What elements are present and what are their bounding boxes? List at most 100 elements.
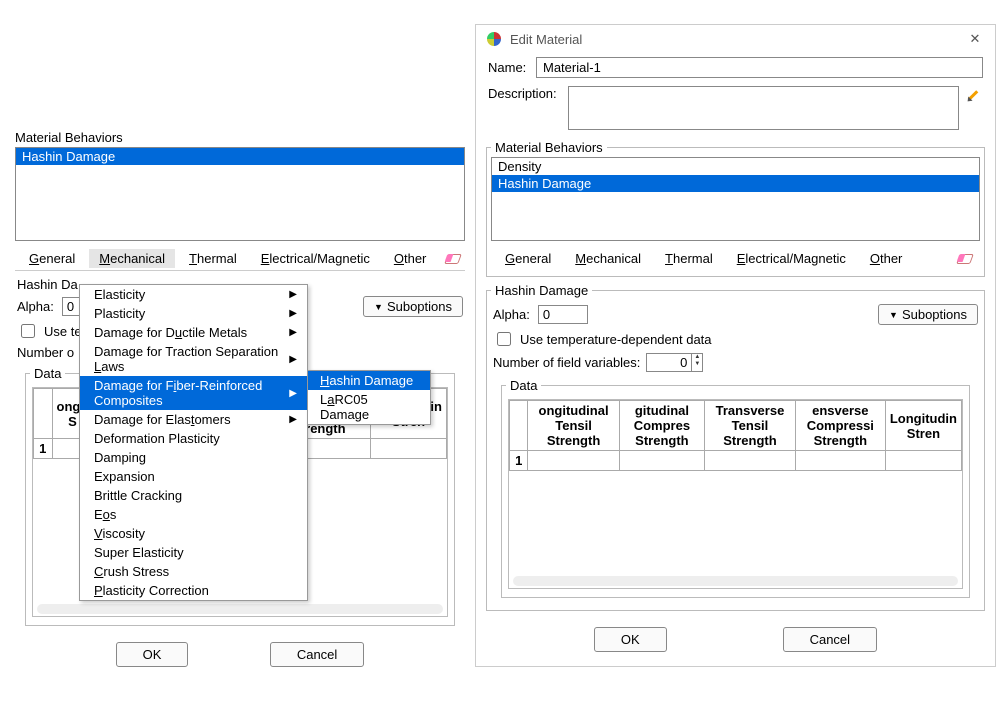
cancel-button[interactable]: Cancel	[270, 642, 364, 667]
alpha-label: Alpha:	[17, 299, 54, 314]
edit-description-icon[interactable]	[965, 86, 983, 104]
menu-other[interactable]: Other	[384, 249, 437, 268]
behavior-item-density[interactable]: Density	[492, 158, 979, 175]
chevron-down-icon: ▼	[889, 310, 898, 320]
use-temperature-checkbox[interactable]	[21, 324, 35, 338]
ok-button[interactable]: OK	[116, 642, 189, 667]
behaviors-listbox[interactable]: Density Hashin Damage	[491, 157, 980, 241]
menu-thermal[interactable]: Thermal	[655, 249, 723, 268]
data-table-container[interactable]: ongitudinal TensilStrength gitudinal Com…	[508, 399, 963, 589]
menu-thermal[interactable]: Thermal	[179, 249, 247, 268]
data-legend: Data	[506, 378, 541, 393]
titlebar: Edit Material ✕	[476, 25, 995, 53]
menu-damage-elastomers[interactable]: Damage for Elastomers▶	[80, 410, 307, 429]
data-table[interactable]: ongitudinal TensilStrength gitudinal Com…	[509, 400, 962, 471]
chevron-right-icon: ▶	[289, 289, 297, 300]
submenu-hashin-damage[interactable]: Hashin Damage	[308, 371, 430, 390]
menu-electrical[interactable]: Electrical/Magnetic	[727, 249, 856, 268]
description-row: Description:	[476, 82, 995, 134]
table-row[interactable]: 1	[510, 451, 962, 471]
menu-elasticity[interactable]: Elasticity▶	[80, 285, 307, 304]
cell[interactable]	[705, 451, 796, 471]
scrollbar-horizontal[interactable]	[37, 604, 443, 614]
use-temperature-label: Use te	[44, 324, 84, 339]
num-field-vars-label: Number o	[17, 345, 87, 360]
name-row: Name:	[476, 53, 995, 82]
cell[interactable]	[619, 451, 705, 471]
menu-brittle-cracking[interactable]: Brittle Cracking	[80, 486, 307, 505]
chevron-right-icon: ▶	[289, 388, 297, 399]
menu-mechanical[interactable]: Mechanical	[565, 249, 651, 268]
dialog-buttons: OK Cancel	[15, 632, 465, 681]
chevron-right-icon: ▶	[289, 354, 297, 365]
num-field-vars-label: Number of field variables:	[493, 355, 640, 370]
dialog-buttons: OK Cancel	[476, 617, 995, 666]
cell[interactable]	[528, 451, 619, 471]
close-icon[interactable]: ✕	[965, 31, 985, 47]
menu-super-elasticity[interactable]: Super Elasticity	[80, 543, 307, 562]
material-menubar: General Mechanical Thermal Electrical/Ma…	[491, 247, 980, 270]
menu-damping[interactable]: Damping	[80, 448, 307, 467]
hashin-damage-heading: Hashin Damage	[491, 283, 592, 298]
chevron-down-icon: ▼	[374, 302, 383, 312]
menu-mechanical[interactable]: Mechanical	[89, 249, 175, 268]
table-corner	[510, 401, 528, 451]
menu-damage-fiber[interactable]: Damage for Fiber-Reinforced Composites▶	[80, 376, 307, 410]
menu-expansion[interactable]: Expansion	[80, 467, 307, 486]
menu-general[interactable]: General	[19, 249, 85, 268]
chevron-right-icon: ▶	[289, 327, 297, 338]
material-behaviors-label: Material Behaviors	[491, 140, 607, 155]
spinner-up-icon[interactable]: ▲	[692, 354, 702, 361]
menu-viscosity[interactable]: Viscosity	[80, 524, 307, 543]
alpha-row: Alpha: ▼Suboptions	[493, 304, 978, 325]
material-menubar: General Mechanical Thermal Electrical/Ma…	[15, 247, 465, 271]
mechanical-dropdown[interactable]: Elasticity▶ Plasticity▶ Damage for Ducti…	[79, 284, 308, 601]
material-behaviors-group: Material Behaviors Hashin Damage	[15, 130, 465, 241]
col-trans-compressive[interactable]: ensverse CompressiStrength	[795, 401, 885, 451]
col-long-tensile[interactable]: ongitudinal TensilStrength	[528, 401, 619, 451]
cancel-button[interactable]: Cancel	[783, 627, 877, 652]
spinner-down-icon[interactable]: ▼	[692, 361, 702, 368]
suboptions-button[interactable]: ▼Suboptions	[878, 304, 978, 325]
material-behaviors-label: Material Behaviors	[15, 130, 465, 145]
delete-behavior-icon[interactable]	[444, 250, 461, 268]
col-trans-tensile[interactable]: Transverse TensilStrength	[705, 401, 796, 451]
menu-eos[interactable]: Eos	[80, 505, 307, 524]
row-header-1: 1	[34, 439, 53, 459]
num-field-vars-input[interactable]	[647, 354, 691, 371]
submenu-larc05-damage[interactable]: LaRC05 Damage	[308, 390, 430, 424]
name-input[interactable]	[536, 57, 983, 78]
col-long-shear[interactable]: LongitudinStren	[885, 401, 961, 451]
edit-material-dialog: Edit Material ✕ Name: Description: Mater…	[475, 24, 996, 667]
data-legend: Data	[30, 366, 65, 381]
description-input[interactable]	[568, 86, 959, 130]
menu-crush-stress[interactable]: Crush Stress	[80, 562, 307, 581]
chevron-right-icon: ▶	[289, 308, 297, 319]
cell[interactable]	[370, 439, 446, 459]
alpha-label: Alpha:	[493, 307, 530, 322]
cell[interactable]	[885, 451, 961, 471]
menu-other[interactable]: Other	[860, 249, 913, 268]
behavior-item-hashin[interactable]: Hashin Damage	[492, 175, 979, 192]
menu-deformation-plasticity[interactable]: Deformation Plasticity	[80, 429, 307, 448]
menu-general[interactable]: General	[495, 249, 561, 268]
app-icon	[486, 31, 502, 47]
menu-electrical[interactable]: Electrical/Magnetic	[251, 249, 380, 268]
menu-damage-traction[interactable]: Damage for Traction Separation Laws▶	[80, 342, 307, 376]
alpha-input[interactable]	[538, 305, 588, 324]
menu-plasticity[interactable]: Plasticity▶	[80, 304, 307, 323]
cell[interactable]	[795, 451, 885, 471]
menu-plasticity-correction[interactable]: Plasticity Correction	[80, 581, 307, 600]
scrollbar-horizontal[interactable]	[513, 576, 958, 586]
fiber-composites-submenu[interactable]: Hashin Damage LaRC05 Damage	[307, 370, 431, 425]
num-field-vars-spinner[interactable]: ▲▼	[646, 353, 703, 372]
suboptions-button[interactable]: ▼Suboptions	[363, 296, 463, 317]
use-temperature-checkbox[interactable]	[497, 332, 511, 346]
ok-button[interactable]: OK	[594, 627, 667, 652]
behaviors-listbox[interactable]: Hashin Damage	[15, 147, 465, 241]
col-long-compressive[interactable]: gitudinal CompresStrength	[619, 401, 705, 451]
behavior-item-hashin[interactable]: Hashin Damage	[16, 148, 464, 165]
menu-damage-ductile[interactable]: Damage for Ductile Metals▶	[80, 323, 307, 342]
use-temperature-label: Use temperature-dependent data	[520, 332, 712, 347]
delete-behavior-icon[interactable]	[956, 250, 976, 268]
